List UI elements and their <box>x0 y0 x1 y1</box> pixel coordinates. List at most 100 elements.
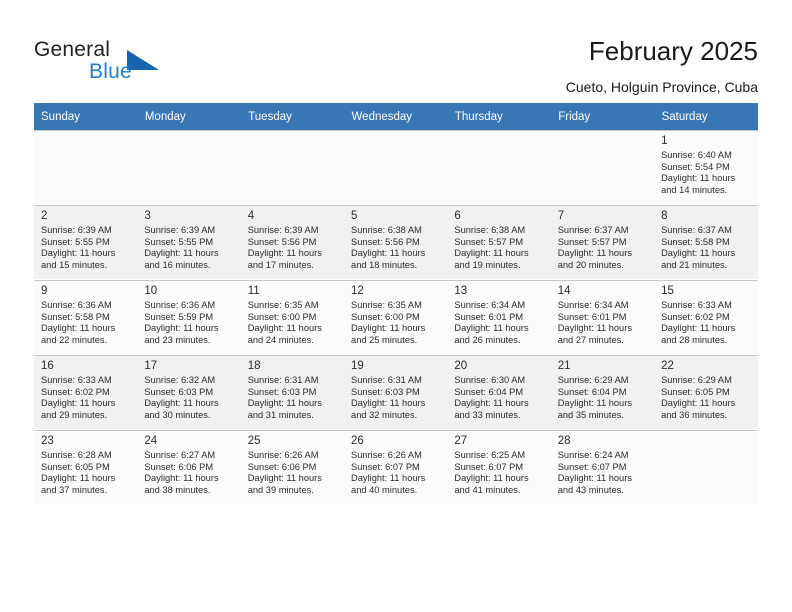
day-cell[interactable]: 3 Sunrise: 6:39 AM Sunset: 5:55 PM Dayli… <box>137 204 241 280</box>
day-cell[interactable]: 17 Sunrise: 6:32 AM Sunset: 6:03 PM Dayl… <box>137 354 241 430</box>
day-cell[interactable]: 5 Sunrise: 6:38 AM Sunset: 5:56 PM Dayli… <box>344 204 448 280</box>
day-detail: Sunrise: 6:37 AM Sunset: 5:58 PM Dayligh… <box>661 225 736 270</box>
day-cell[interactable]: 13 Sunrise: 6:34 AM Sunset: 6:01 PM Dayl… <box>447 279 551 355</box>
day-number: 12 <box>351 285 364 297</box>
calendar-week-row: 16 Sunrise: 6:33 AM Sunset: 6:02 PM Dayl… <box>34 354 758 430</box>
day-number: 25 <box>247 435 261 447</box>
brand-logo[interactable]: General Blue <box>34 38 214 88</box>
day-number: 4 <box>247 210 255 222</box>
day-number: 14 <box>557 285 571 297</box>
day-number: 11 <box>247 285 260 297</box>
day-cell[interactable]: 8 Sunrise: 6:37 AM Sunset: 5:58 PM Dayli… <box>654 204 758 280</box>
day-cell-empty <box>240 130 345 205</box>
calendar-week-row: 9 Sunrise: 6:36 AM Sunset: 5:58 PM Dayli… <box>34 279 758 355</box>
page-title: February 2025 <box>588 36 758 66</box>
day-cell[interactable]: 26 Sunrise: 6:26 AM Sunset: 6:07 PM Dayl… <box>344 429 448 505</box>
day-detail: Sunrise: 6:36 AM Sunset: 5:59 PM Dayligh… <box>144 300 219 345</box>
day-cell[interactable]: 24 Sunrise: 6:27 AM Sunset: 6:06 PM Dayl… <box>137 429 241 505</box>
day-number: 1 <box>661 135 668 147</box>
day-detail: Sunrise: 6:39 AM Sunset: 5:55 PM Dayligh… <box>41 225 116 270</box>
day-number: 2 <box>41 210 48 222</box>
day-cell[interactable]: 22 Sunrise: 6:29 AM Sunset: 6:05 PM Dayl… <box>654 354 758 430</box>
day-cell[interactable]: 12 Sunrise: 6:35 AM Sunset: 6:00 PM Dayl… <box>344 279 448 355</box>
day-detail: Sunrise: 6:32 AM Sunset: 6:03 PM Dayligh… <box>144 375 219 420</box>
calendar-body: 1 Sunrise: 6:40 AM Sunset: 5:54 PM Dayli… <box>34 130 758 505</box>
day-cell-empty <box>344 130 448 205</box>
day-cell-empty <box>654 429 758 505</box>
day-cell[interactable]: 4 Sunrise: 6:39 AM Sunset: 5:56 PM Dayli… <box>240 204 345 280</box>
day-detail: Sunrise: 6:35 AM Sunset: 6:00 PM Dayligh… <box>247 300 322 345</box>
day-cell-empty <box>137 130 241 205</box>
day-number: 13 <box>454 285 468 297</box>
day-cell[interactable]: 28 Sunrise: 6:24 AM Sunset: 6:07 PM Dayl… <box>550 429 655 505</box>
day-detail: Sunrise: 6:40 AM Sunset: 5:54 PM Dayligh… <box>661 150 736 195</box>
day-cell[interactable]: 21 Sunrise: 6:29 AM Sunset: 6:04 PM Dayl… <box>550 354 655 430</box>
day-cell[interactable]: 14 Sunrise: 6:34 AM Sunset: 6:01 PM Dayl… <box>550 279 655 355</box>
day-cell[interactable]: 15 Sunrise: 6:33 AM Sunset: 6:02 PM Dayl… <box>654 279 758 355</box>
day-cell[interactable]: 9 Sunrise: 6:36 AM Sunset: 5:58 PM Dayli… <box>34 279 138 355</box>
calendar-week-row: 1 Sunrise: 6:40 AM Sunset: 5:54 PM Dayli… <box>34 130 758 205</box>
day-detail: Sunrise: 6:24 AM Sunset: 6:07 PM Dayligh… <box>557 450 632 495</box>
day-number: 22 <box>661 360 674 372</box>
day-number: 24 <box>144 435 158 447</box>
day-detail: Sunrise: 6:39 AM Sunset: 5:55 PM Dayligh… <box>144 225 219 270</box>
brand-name-general: General <box>34 38 111 61</box>
calendar-week-row: 2 Sunrise: 6:39 AM Sunset: 5:55 PM Dayli… <box>34 204 758 280</box>
weekday-header-monday: Monday <box>137 103 242 130</box>
day-cell-empty <box>447 130 551 205</box>
day-cell[interactable]: 7 Sunrise: 6:37 AM Sunset: 5:57 PM Dayli… <box>550 204 655 280</box>
day-cell[interactable]: 1 Sunrise: 6:40 AM Sunset: 5:54 PM Dayli… <box>654 130 758 205</box>
day-detail: Sunrise: 6:26 AM Sunset: 6:07 PM Dayligh… <box>351 450 426 495</box>
day-number: 19 <box>351 360 364 372</box>
day-cell-empty <box>34 130 138 205</box>
day-cell[interactable]: 25 Sunrise: 6:26 AM Sunset: 6:06 PM Dayl… <box>240 429 345 505</box>
day-number: 7 <box>557 210 565 222</box>
day-number: 20 <box>454 360 468 372</box>
day-detail: Sunrise: 6:30 AM Sunset: 6:04 PM Dayligh… <box>454 375 529 420</box>
day-detail: Sunrise: 6:35 AM Sunset: 6:00 PM Dayligh… <box>351 300 426 345</box>
weekday-header-friday: Friday <box>550 103 655 130</box>
day-number: 6 <box>454 210 461 222</box>
day-detail: Sunrise: 6:33 AM Sunset: 6:02 PM Dayligh… <box>41 375 116 420</box>
day-detail: Sunrise: 6:25 AM Sunset: 6:07 PM Dayligh… <box>454 450 529 495</box>
day-detail: Sunrise: 6:34 AM Sunset: 6:01 PM Dayligh… <box>454 300 529 345</box>
weekday-header-saturday: Saturday <box>654 103 759 130</box>
day-cell[interactable]: 6 Sunrise: 6:38 AM Sunset: 5:57 PM Dayli… <box>447 204 551 280</box>
weekday-header-wednesday: Wednesday <box>344 103 448 130</box>
weekday-header-sunday: Sunday <box>34 103 138 130</box>
day-cell[interactable]: 23 Sunrise: 6:28 AM Sunset: 6:05 PM Dayl… <box>34 429 138 505</box>
day-detail: Sunrise: 6:28 AM Sunset: 6:05 PM Dayligh… <box>41 450 116 495</box>
weekday-header-tuesday: Tuesday <box>240 103 345 130</box>
day-detail: Sunrise: 6:27 AM Sunset: 6:06 PM Dayligh… <box>144 450 219 495</box>
day-number: 8 <box>661 210 668 222</box>
day-cell[interactable]: 11 Sunrise: 6:35 AM Sunset: 6:00 PM Dayl… <box>240 279 345 355</box>
day-detail: Sunrise: 6:36 AM Sunset: 5:58 PM Dayligh… <box>41 300 116 345</box>
day-cell[interactable]: 10 Sunrise: 6:36 AM Sunset: 5:59 PM Dayl… <box>137 279 241 355</box>
brand-name-blue: Blue <box>89 60 132 83</box>
day-detail: Sunrise: 6:33 AM Sunset: 6:02 PM Dayligh… <box>661 300 736 345</box>
day-number: 17 <box>144 360 158 372</box>
day-detail: Sunrise: 6:26 AM Sunset: 6:06 PM Dayligh… <box>247 450 322 495</box>
day-detail: Sunrise: 6:29 AM Sunset: 6:05 PM Dayligh… <box>661 375 736 420</box>
day-number: 3 <box>144 210 151 222</box>
day-detail: Sunrise: 6:38 AM Sunset: 5:57 PM Dayligh… <box>454 225 529 270</box>
day-number: 28 <box>557 435 571 447</box>
day-cell[interactable]: 27 Sunrise: 6:25 AM Sunset: 6:07 PM Dayl… <box>447 429 551 505</box>
calendar-table: Sunday Monday Tuesday Wednesday Thursday… <box>34 103 759 505</box>
calendar-week-row: 23 Sunrise: 6:28 AM Sunset: 6:05 PM Dayl… <box>34 429 758 505</box>
day-cell[interactable]: 18 Sunrise: 6:31 AM Sunset: 6:03 PM Dayl… <box>240 354 345 430</box>
day-cell-empty <box>550 130 655 205</box>
day-number: 18 <box>247 360 261 372</box>
day-detail: Sunrise: 6:34 AM Sunset: 6:01 PM Dayligh… <box>557 300 632 345</box>
day-cell[interactable]: 16 Sunrise: 6:33 AM Sunset: 6:02 PM Dayl… <box>34 354 138 430</box>
day-cell[interactable]: 2 Sunrise: 6:39 AM Sunset: 5:55 PM Dayli… <box>34 204 138 280</box>
day-cell[interactable]: 20 Sunrise: 6:30 AM Sunset: 6:04 PM Dayl… <box>447 354 551 430</box>
day-number: 23 <box>41 435 54 447</box>
day-detail: Sunrise: 6:31 AM Sunset: 6:03 PM Dayligh… <box>247 375 322 420</box>
day-number: 16 <box>41 360 54 372</box>
day-detail: Sunrise: 6:39 AM Sunset: 5:56 PM Dayligh… <box>247 225 322 270</box>
day-detail: Sunrise: 6:29 AM Sunset: 6:04 PM Dayligh… <box>557 375 632 420</box>
day-cell[interactable]: 19 Sunrise: 6:31 AM Sunset: 6:03 PM Dayl… <box>344 354 448 430</box>
day-detail: Sunrise: 6:38 AM Sunset: 5:56 PM Dayligh… <box>351 225 426 270</box>
page-subtitle: Cueto, Holguin Province, Cuba <box>565 79 758 95</box>
